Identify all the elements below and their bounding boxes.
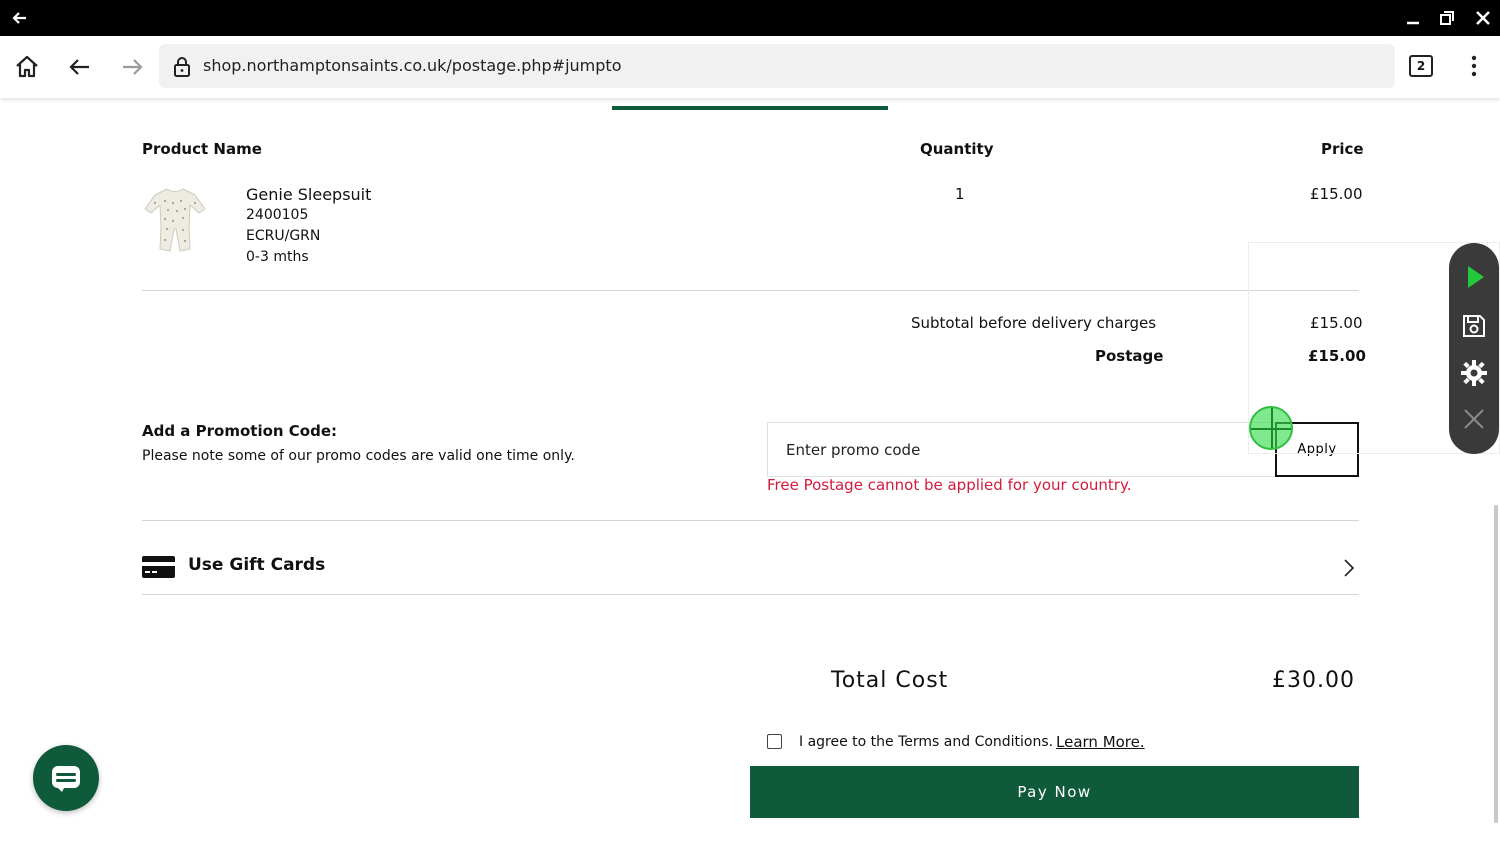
product-name-header: Product Name [142, 140, 262, 158]
url-text: shop.northamptonsaints.co.uk/postage.php… [203, 56, 622, 75]
restore-icon[interactable] [1437, 8, 1457, 28]
tab-switcher-button[interactable]: 2 [1409, 55, 1433, 77]
close-recorder-icon[interactable] [1460, 405, 1488, 433]
chat-icon [52, 766, 80, 792]
credit-card-icon [142, 556, 175, 578]
home-icon[interactable] [13, 53, 41, 81]
postage-label: Postage [1095, 347, 1164, 365]
recorder-toolbar [1449, 243, 1499, 454]
minimize-icon[interactable] [1403, 8, 1423, 28]
browser-toolbar: shop.northamptonsaints.co.uk/postage.php… [0, 36, 1500, 98]
product-name[interactable]: Genie Sleepsuit [246, 185, 371, 204]
checkout-progress-bar [612, 106, 888, 110]
chat-widget-button[interactable] [33, 745, 99, 811]
lock-icon [174, 57, 190, 77]
learn-more-link[interactable]: Learn More. [1056, 733, 1145, 751]
divider [142, 594, 1359, 595]
product-price: £15.00 [1310, 185, 1363, 203]
pay-now-button[interactable]: Pay Now [750, 766, 1359, 818]
divider [142, 290, 1359, 291]
settings-gear-icon[interactable] [1460, 359, 1488, 387]
product-colour: ECRU/GRN [246, 228, 321, 244]
product-image[interactable] [143, 185, 207, 253]
close-window-icon[interactable] [1473, 8, 1493, 28]
price-header: Price [1321, 140, 1364, 158]
product-code: 2400105 [246, 207, 309, 223]
product-size: 0-3 mths [246, 249, 309, 265]
page-scrollbar[interactable] [1494, 505, 1498, 823]
promo-code-input[interactable] [767, 422, 1277, 477]
terms-text: I agree to the Terms and Conditions. [799, 734, 1054, 750]
quantity-header: Quantity [920, 140, 994, 158]
promo-title: Add a Promotion Code: [142, 422, 338, 440]
nav-forward-icon[interactable] [118, 53, 146, 81]
total-cost-label: Total Cost [831, 668, 949, 693]
nav-back-icon[interactable] [66, 53, 94, 81]
gift-cards-label: Use Gift Cards [188, 555, 326, 575]
play-icon[interactable] [1460, 263, 1488, 291]
terms-checkbox[interactable] [767, 734, 782, 749]
use-gift-cards-row[interactable]: Use Gift Cards [142, 540, 1359, 594]
divider [142, 520, 1359, 521]
save-icon[interactable] [1460, 312, 1488, 340]
click-cursor-indicator [1249, 406, 1293, 450]
promo-note: Please note some of our promo codes are … [142, 448, 575, 464]
subtotal-label: Subtotal before delivery charges [911, 314, 1157, 332]
promo-error-message: Free Postage cannot be applied for your … [767, 476, 1132, 494]
more-menu-icon[interactable] [1464, 52, 1484, 80]
back-arrow-icon[interactable] [10, 8, 30, 28]
window-titlebar [0, 0, 1500, 36]
product-quantity: 1 [955, 185, 965, 203]
chevron-right-icon [1344, 559, 1355, 577]
address-bar[interactable]: shop.northamptonsaints.co.uk/postage.php… [159, 44, 1395, 88]
total-cost-value: £30.00 [1272, 668, 1355, 693]
